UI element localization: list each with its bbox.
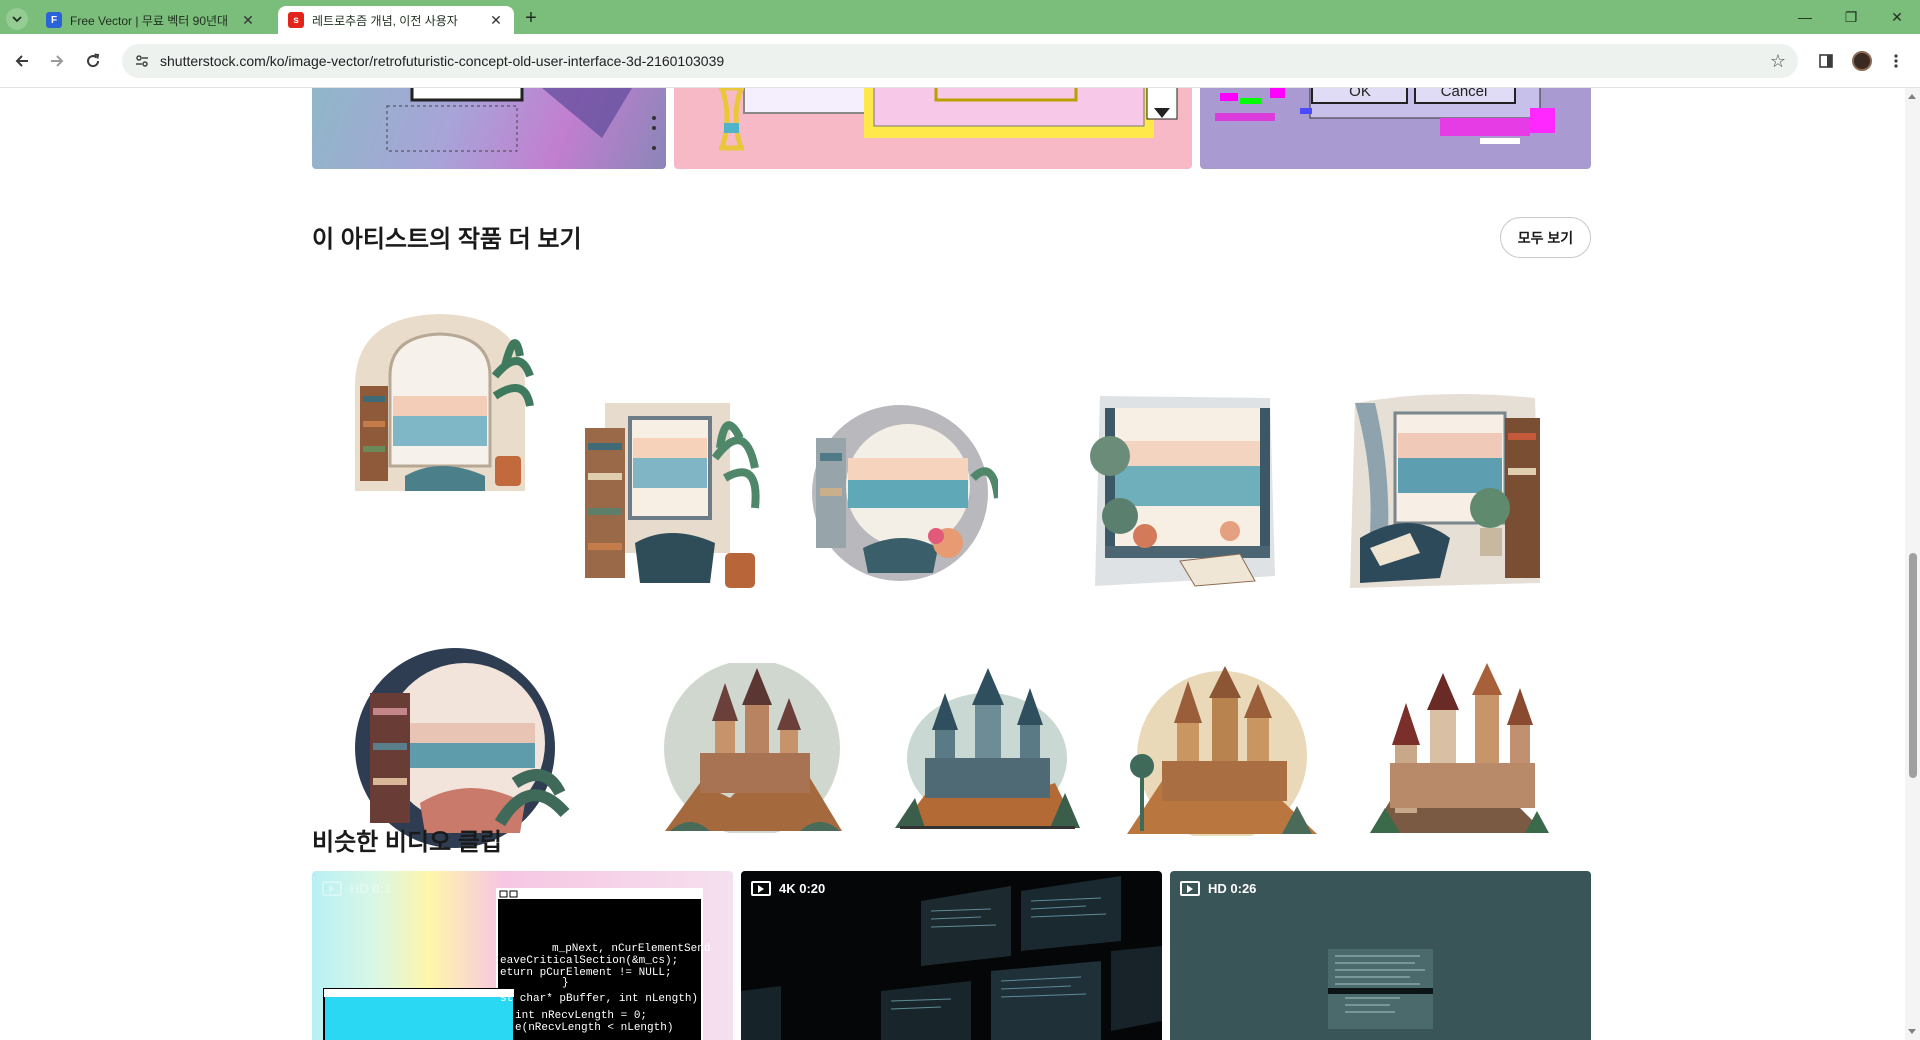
close-window-button[interactable]: ✕	[1874, 0, 1920, 34]
artwork-window-sea-books[interactable]	[1080, 386, 1285, 596]
video-clip-3[interactable]: HD 0:26	[1170, 871, 1591, 1040]
artwork-window-sea-plants[interactable]	[1340, 388, 1545, 593]
browser-toolbar: shutterstock.com/ko/image-vector/retrofu…	[0, 34, 1920, 88]
video-badge: HD 0:1	[322, 881, 391, 896]
close-tab-icon[interactable]: ✕	[240, 12, 256, 28]
new-tab-button[interactable]: +	[520, 8, 542, 30]
chevron-down-icon	[12, 16, 22, 23]
url-text: shutterstock.com/ko/image-vector/retrofu…	[160, 53, 725, 69]
artwork-arched-window-sea-room[interactable]	[345, 306, 535, 496]
scroll-down-arrow-icon[interactable]	[1908, 1029, 1916, 1034]
page-scrollbar[interactable]	[1905, 88, 1920, 1040]
more-vertical-icon	[1894, 54, 1898, 68]
video-duration: HD 0:26	[1208, 881, 1257, 896]
see-all-button[interactable]: 모두 보기	[1500, 217, 1591, 258]
ok-label: OK	[1349, 88, 1371, 100]
shutterstock-favicon-icon: s	[288, 12, 304, 28]
code-line: e(nRecvLength < nLength)	[515, 1022, 673, 1034]
artwork-castle-3[interactable]	[1122, 666, 1322, 836]
tab-search-button[interactable]	[6, 8, 28, 30]
minimize-button[interactable]: —	[1782, 0, 1828, 34]
browser-menu-button[interactable]	[1884, 49, 1908, 73]
code-line: eturn pCurElement != NULL;	[500, 967, 672, 979]
play-icon	[1180, 881, 1200, 896]
artist-section-title: 이 아티스트의 작품 더 보기	[312, 226, 582, 253]
reload-icon	[87, 53, 100, 68]
artwork-castle-4[interactable]	[1365, 663, 1550, 835]
side-panel-button[interactable]	[1814, 49, 1838, 73]
forward-button[interactable]	[45, 49, 69, 73]
video-section-title: 비슷한 비디오 클립	[312, 829, 502, 856]
bookmark-star-icon[interactable]: ☆	[1764, 51, 1792, 72]
artwork-open-window-reading-chair[interactable]	[575, 398, 765, 593]
reload-button[interactable]	[81, 49, 105, 73]
tab-shutterstock[interactable]: s 레트로추즘 개념, 이전 사용자 ✕	[278, 6, 514, 34]
similar-image-3[interactable]: OK Cancel	[1200, 88, 1591, 169]
play-icon	[322, 881, 342, 896]
site-info-icon[interactable]	[130, 49, 154, 73]
arrow-left-icon	[15, 55, 28, 67]
video-badge: 4K 0:20	[751, 881, 825, 896]
freepik-favicon-icon: F	[46, 12, 62, 28]
restore-button[interactable]: ❐	[1828, 0, 1874, 34]
avatar	[1852, 51, 1872, 71]
video-clip-2[interactable]: 4K 0:20	[741, 871, 1162, 1040]
page-content: OK Cancel 이 아티스트의 작품 더 보기 모두 보기 비슷한 비디오 …	[0, 88, 1905, 1040]
arrow-right-icon	[51, 55, 64, 67]
code-line: st char* pBuffer, int nLength)	[500, 993, 698, 1005]
video-clip-1[interactable]: m_pNext, nCurElementSend eaveCriticalSec…	[312, 871, 733, 1040]
code-line: m_pNext, nCurElementSend	[552, 943, 710, 955]
similar-image-1[interactable]	[312, 88, 666, 169]
video-badge: HD 0:26	[1180, 881, 1256, 896]
tab-strip: F Free Vector | 무료 벡터 90년대 ✕ s 레트로추즘 개념,…	[0, 0, 1920, 34]
cancel-label: Cancel	[1441, 88, 1488, 100]
scroll-up-arrow-icon[interactable]	[1908, 94, 1916, 99]
tab-title: Free Vector | 무료 벡터 90년대	[70, 13, 229, 28]
close-tab-icon[interactable]: ✕	[488, 12, 504, 28]
code-line: int nRecvLength = 0;	[515, 1010, 647, 1022]
address-bar[interactable]: shutterstock.com/ko/image-vector/retrofu…	[122, 44, 1798, 78]
side-panel-icon	[1819, 54, 1833, 68]
video-duration: HD 0:1	[350, 881, 392, 896]
tab-title: 레트로추즘 개념, 이전 사용자	[312, 13, 458, 28]
profile-button[interactable]	[1850, 49, 1874, 73]
video-duration: 4K 0:20	[779, 881, 826, 896]
artwork-castle-2[interactable]	[895, 668, 1080, 833]
artwork-porthole-sea-view[interactable]	[808, 398, 998, 588]
code-line: }	[562, 977, 569, 989]
code-line: eaveCriticalSection(&m_cs);	[500, 955, 678, 967]
play-icon	[751, 881, 771, 896]
scrollbar-thumb[interactable]	[1909, 553, 1917, 778]
tab-freepik[interactable]: F Free Vector | 무료 벡터 90년대 ✕	[36, 6, 266, 34]
back-button[interactable]	[10, 49, 34, 73]
artwork-castle-1[interactable]	[660, 663, 845, 833]
similar-image-2[interactable]	[674, 88, 1192, 169]
